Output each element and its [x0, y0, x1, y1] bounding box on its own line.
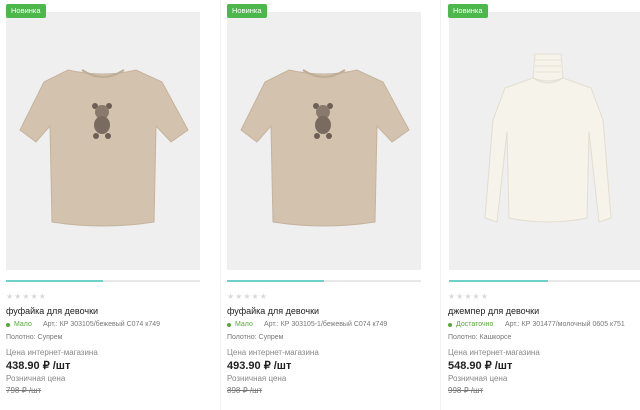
gallery-slider-fill: [227, 280, 324, 282]
gallery-slider-fill: [6, 280, 103, 282]
stock-label: Мало: [235, 321, 253, 328]
retail-price-label: Розничная цена: [6, 374, 66, 383]
retail-price-label: Розничная цена: [227, 374, 287, 383]
product-card[interactable]: Новинка ★★★★★ фуфайка для девочки Мало А…: [220, 0, 432, 410]
retail-price: 998 ₽ /шт: [448, 386, 484, 395]
new-badge: Новинка: [227, 4, 267, 18]
stock-dot-icon: [448, 322, 452, 327]
tshirt-bear-icon: [240, 69, 410, 227]
stock-dot-icon: [6, 322, 10, 327]
gallery-slider-fill: [449, 280, 548, 282]
new-badge: Новинка: [448, 4, 488, 18]
product-image[interactable]: [6, 12, 200, 270]
gallery-slider[interactable]: [449, 280, 640, 282]
stock-status: Мало: [227, 321, 253, 328]
retail-price: 898 ₽ /шт: [227, 386, 263, 395]
rating-stars[interactable]: ★★★★★: [227, 292, 268, 301]
bear-print: [313, 103, 333, 139]
online-price: 438.90 ₽ /шт: [6, 360, 71, 372]
online-price-label: Цена интернет-магазина: [448, 348, 540, 357]
stock-dot-icon: [227, 322, 231, 327]
gallery-slider[interactable]: [227, 280, 421, 282]
product-name[interactable]: фуфайка для девочки: [227, 306, 319, 316]
bear-print: [92, 103, 112, 139]
stock-status: Мало: [6, 321, 32, 328]
fabric: Полотно: Супрем: [227, 334, 284, 341]
stock-label: Достаточно: [456, 321, 494, 328]
tshirt-bear-icon: [19, 69, 189, 227]
online-price-label: Цена интернет-магазина: [6, 348, 98, 357]
product-card[interactable]: Новинка ★★★★★ джемпер для девочки Достат…: [440, 0, 640, 410]
product-image[interactable]: [227, 12, 421, 270]
new-badge: Новинка: [6, 4, 46, 18]
product-grid: Новинка ★★★★★ фуфайка для девочки Мало А…: [0, 0, 640, 410]
online-price: 548.90 ₽ /шт: [448, 360, 513, 372]
fabric: Полотно: Супрем: [6, 334, 63, 341]
retail-price: 798 ₽ /шт: [6, 386, 42, 395]
gallery-slider[interactable]: [6, 280, 200, 282]
article-number: Арт.: КР 303105/бежевый С074 к749: [43, 321, 161, 328]
product-image[interactable]: [449, 12, 640, 270]
product-card[interactable]: Новинка ★★★★★ фуфайка для девочки Мало А…: [0, 0, 212, 410]
rating-stars[interactable]: ★★★★★: [448, 292, 489, 301]
retail-price-label: Розничная цена: [448, 374, 508, 383]
stock-label: Мало: [14, 321, 32, 328]
stock-status: Достаточно: [448, 321, 493, 328]
article-number: Арт.: КР 303105-1/бежевый С074 к749: [264, 321, 388, 328]
online-price-label: Цена интернет-магазина: [227, 348, 319, 357]
online-price: 493.90 ₽ /шт: [227, 360, 292, 372]
fabric: Полотно: Кашкорсе: [448, 334, 512, 341]
product-name[interactable]: джемпер для девочки: [448, 306, 539, 316]
article-number: Арт.: КР 301477/молочный 0605 к751: [505, 321, 625, 328]
product-name[interactable]: фуфайка для девочки: [6, 306, 98, 316]
rating-stars[interactable]: ★★★★★: [6, 292, 47, 301]
turtleneck-icon: [484, 53, 612, 223]
